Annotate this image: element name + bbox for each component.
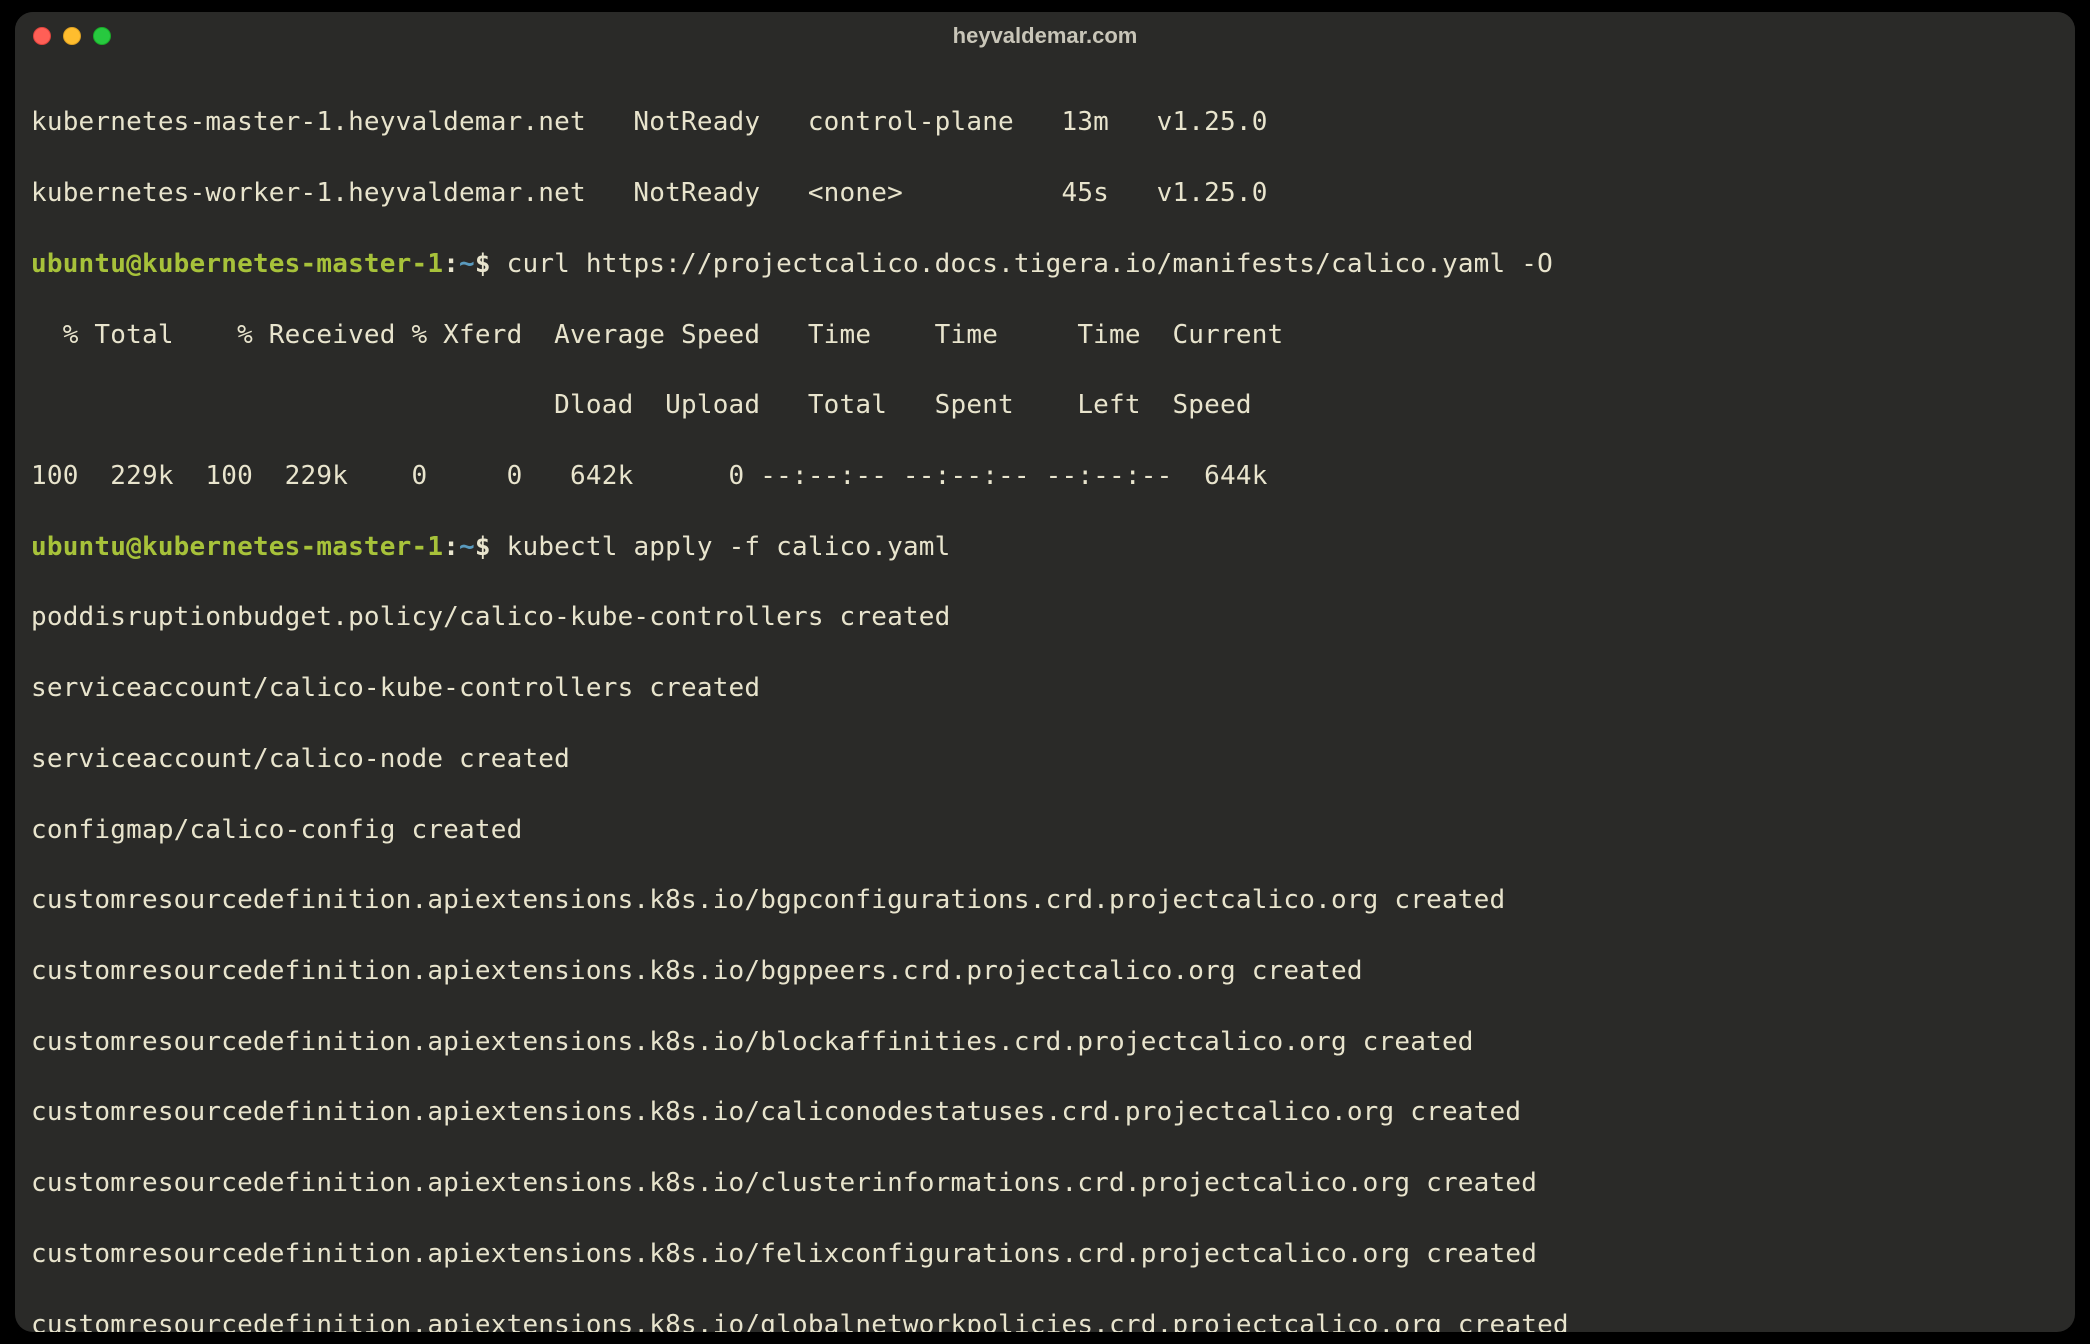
output-line: customresourcedefinition.apiextensions.k…	[31, 1095, 2059, 1130]
zoom-icon[interactable]	[93, 27, 111, 45]
prompt-path: ~	[459, 532, 475, 562]
output-line: customresourcedefinition.apiextensions.k…	[31, 954, 2059, 989]
output-line: kubernetes-master-1.heyvaldemar.net NotR…	[31, 105, 2059, 140]
prompt-path: ~	[459, 249, 475, 279]
output-line: kubernetes-worker-1.heyvaldemar.net NotR…	[31, 176, 2059, 211]
close-icon[interactable]	[33, 27, 51, 45]
output-line: customresourcedefinition.apiextensions.k…	[31, 1237, 2059, 1272]
window-title: heyvaldemar.com	[15, 23, 2075, 49]
output-line: customresourcedefinition.apiextensions.k…	[31, 883, 2059, 918]
prompt-user-host: ubuntu@kubernetes-master-1	[31, 249, 443, 279]
terminal-window: heyvaldemar.com kubernetes-master-1.heyv…	[15, 12, 2075, 1332]
prompt-line: ubuntu@kubernetes-master-1:~$ curl https…	[31, 247, 2059, 282]
minimize-icon[interactable]	[63, 27, 81, 45]
prompt-sep: :	[443, 249, 459, 279]
output-line: serviceaccount/calico-kube-controllers c…	[31, 671, 2059, 706]
output-line: customresourcedefinition.apiextensions.k…	[31, 1308, 2059, 1332]
terminal-body[interactable]: kubernetes-master-1.heyvaldemar.net NotR…	[15, 60, 2075, 1332]
command-text: kubectl apply -f calico.yaml	[507, 532, 951, 562]
command-text: curl https://projectcalico.docs.tigera.i…	[507, 249, 1553, 279]
traffic-lights	[33, 27, 111, 45]
output-line: % Total % Received % Xferd Average Speed…	[31, 318, 2059, 353]
output-line: Dload Upload Total Spent Left Speed	[31, 388, 2059, 423]
output-line: 100 229k 100 229k 0 0 642k 0 --:--:-- --…	[31, 459, 2059, 494]
output-line: customresourcedefinition.apiextensions.k…	[31, 1025, 2059, 1060]
output-line: serviceaccount/calico-node created	[31, 742, 2059, 777]
prompt-sep: :	[443, 532, 459, 562]
output-line: poddisruptionbudget.policy/calico-kube-c…	[31, 600, 2059, 635]
prompt-user-host: ubuntu@kubernetes-master-1	[31, 532, 443, 562]
prompt-sigil: $	[475, 532, 491, 562]
output-line: customresourcedefinition.apiextensions.k…	[31, 1166, 2059, 1201]
titlebar[interactable]: heyvaldemar.com	[15, 12, 2075, 60]
output-line: configmap/calico-config created	[31, 813, 2059, 848]
prompt-sigil: $	[475, 249, 491, 279]
prompt-line: ubuntu@kubernetes-master-1:~$ kubectl ap…	[31, 530, 2059, 565]
